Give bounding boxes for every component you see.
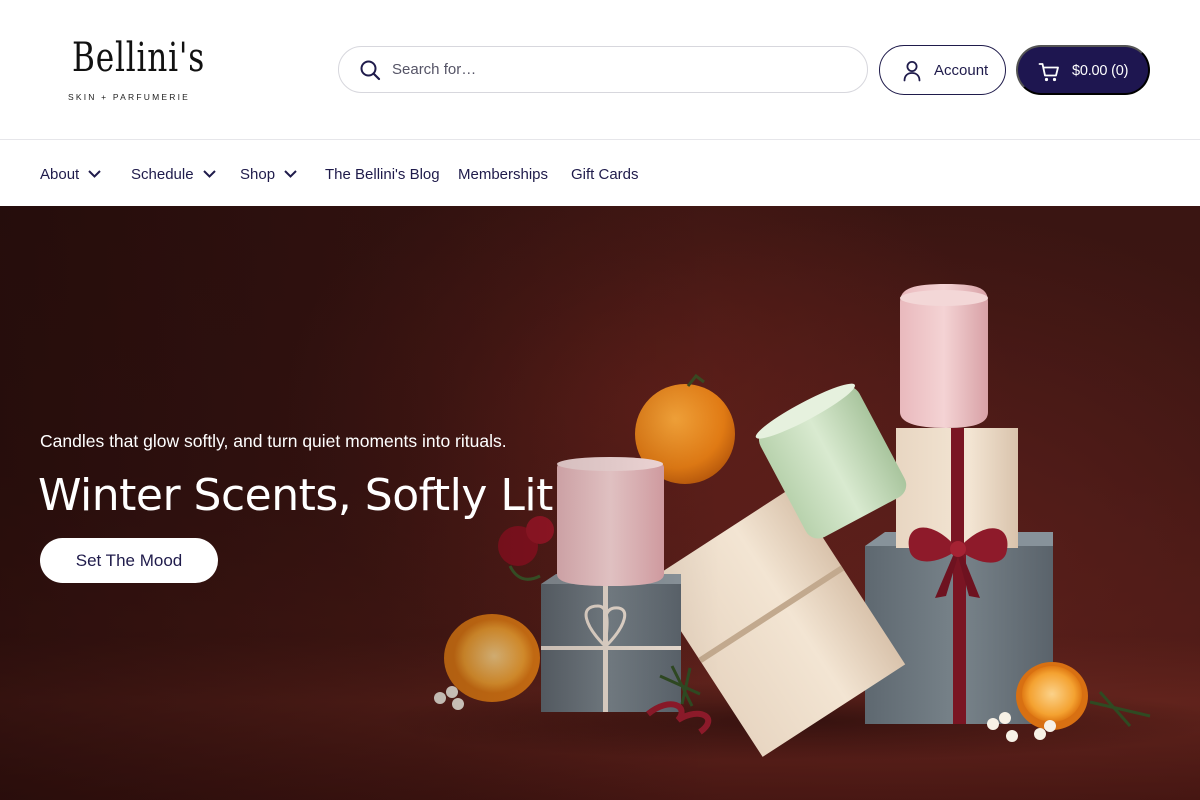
cart-icon [1038, 63, 1059, 82]
nav-item-label: Memberships [458, 165, 549, 183]
chevron-down-icon [88, 170, 101, 178]
brand-tagline: SKIN + PARFUMERIE [67, 92, 191, 102]
nav-item-memberships[interactable]: Memberships [458, 164, 548, 184]
cart-total: $0.00 (0) [1072, 63, 1129, 79]
hero-title: Winter Scents, Softly Lit [38, 470, 553, 521]
nav-item-label: Schedule [131, 165, 194, 183]
search-bar[interactable] [338, 46, 868, 93]
nav-item-label: The Bellini's Blog [325, 165, 440, 183]
account-button[interactable]: Account [879, 45, 1006, 95]
nav-item-gift-cards[interactable]: Gift Cards [571, 164, 639, 184]
nav-item-blog[interactable]: The Bellini's Blog [325, 164, 440, 184]
nav-item-shop[interactable]: Shop [240, 164, 297, 184]
account-label: Account [934, 62, 989, 79]
nav-item-schedule[interactable]: Schedule [131, 164, 216, 184]
cart-button[interactable]: $0.00 (0) [1016, 45, 1150, 95]
hero-banner: Candles that glow softly, and turn quiet… [0, 206, 1200, 800]
nav-item-label: About [40, 165, 80, 183]
user-icon [903, 61, 921, 82]
nav-item-label: Shop [240, 165, 276, 183]
hero-subtitle: Candles that glow softly, and turn quiet… [40, 431, 507, 451]
brand-logo[interactable]: Bellini's SKIN + PARFUMERIE [56, 35, 204, 106]
brand-name: Bellini's [72, 35, 206, 81]
chevron-down-icon [284, 170, 297, 178]
nav-item-about[interactable]: About [40, 164, 101, 184]
chevron-down-icon [202, 170, 216, 178]
set-the-mood-button[interactable]: Set The Mood [40, 538, 218, 583]
site-header: Bellini's SKIN + PARFUMERIE Account $0.0… [0, 0, 1200, 140]
cta-label: Set The Mood [75, 551, 183, 570]
nav-item-label: Gift Cards [571, 165, 639, 183]
search-icon[interactable] [359, 59, 381, 81]
search-input[interactable] [392, 47, 852, 92]
main-nav: About Schedule Shop The Bellini's Blog M… [0, 141, 1200, 206]
